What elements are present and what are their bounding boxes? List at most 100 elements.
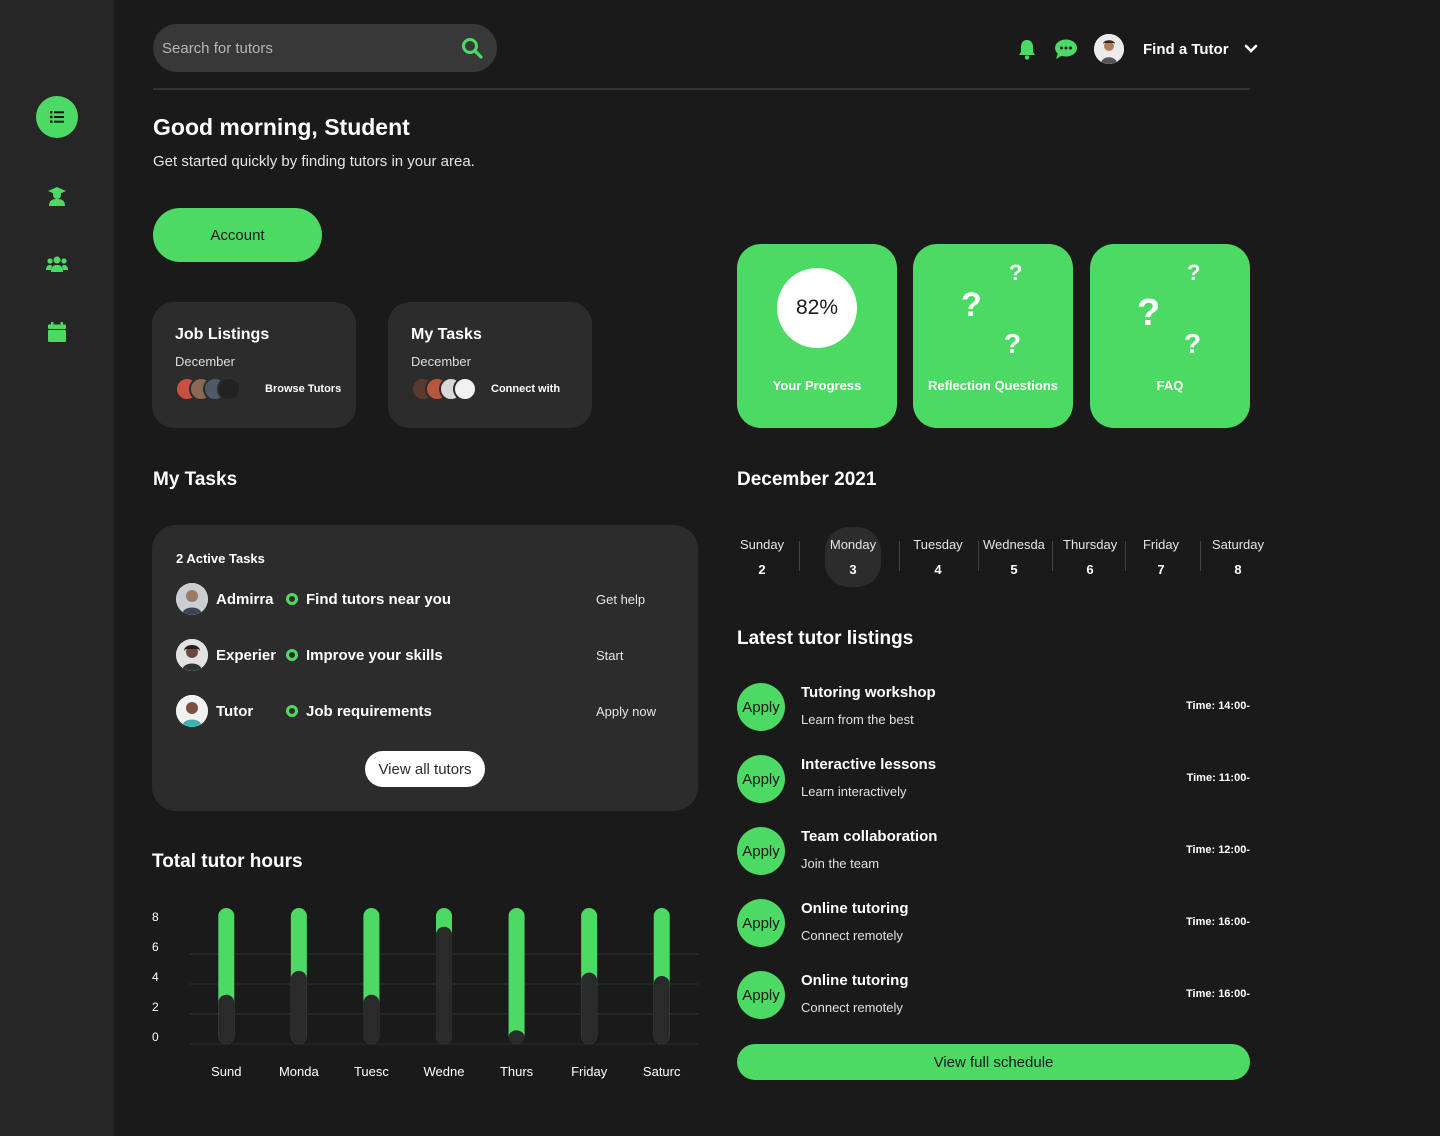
browse-tutors-link[interactable]: Browse Tutors (265, 383, 341, 395)
sidebar-item-tutors[interactable] (36, 175, 78, 217)
sidebar-item-groups[interactable] (36, 243, 78, 285)
active-tasks-count: 2 Active Tasks (176, 551, 265, 566)
card-subtitle: December (411, 354, 471, 369)
avatar-photo (1094, 34, 1124, 64)
faq-label: FAQ (1156, 378, 1184, 393)
listing-subtitle: Join the team (801, 856, 880, 871)
listing-item: Apply Online tutoring Connect remotely T… (737, 899, 1250, 949)
search-input[interactable] (162, 39, 461, 57)
day-name: Saturday (1211, 537, 1265, 552)
bar-track (508, 908, 525, 1044)
connect-with-link[interactable]: Connect with (491, 383, 560, 395)
day-wednesday[interactable]: Wednesday 5 (983, 527, 1045, 587)
y-tick-label: 2 (152, 1000, 159, 1014)
listing-title: Team collaboration (801, 828, 938, 845)
listing-subtitle: Connect remotely (801, 928, 903, 943)
avatar-group (175, 377, 241, 401)
bar (363, 994, 380, 1044)
day-tuesday[interactable]: Tuesday 4 (909, 527, 967, 587)
day-monday[interactable]: Monday 3 (825, 527, 881, 587)
task-assignee: Experienced (216, 646, 276, 664)
apply-now-link[interactable]: Apply now (596, 704, 656, 719)
listing-title: Interactive lessons (801, 756, 937, 773)
bar (290, 970, 307, 1044)
card-title: Job Listings (175, 326, 270, 343)
x-tick-label: Thurs (500, 1064, 534, 1079)
avatar (176, 639, 208, 671)
day-name: Friday (1142, 537, 1180, 552)
start-link[interactable]: Start (596, 648, 623, 663)
progress-tile[interactable]: 82% Your Progress (737, 244, 897, 428)
calendar-icon (48, 322, 66, 342)
user-menu-label[interactable]: Find a Tutor (1143, 41, 1229, 58)
apply-button[interactable]: Apply (737, 755, 785, 803)
listing-item: Apply Team collaboration Join the team T… (737, 827, 1250, 877)
sidebar-item-dashboard[interactable] (36, 96, 78, 138)
listing-item: Apply Tutoring workshop Learn from the b… (737, 683, 1250, 733)
day-friday[interactable]: Friday 7 (1136, 527, 1186, 587)
day-date: 5 (1010, 562, 1018, 577)
avatar-photo (176, 639, 208, 671)
chevron-down-icon[interactable] (1244, 44, 1258, 54)
progress-label: Your Progress (772, 378, 862, 393)
avatar (453, 377, 477, 401)
my-tasks-card[interactable]: My Tasks December Connect with (388, 302, 592, 428)
day-thursday[interactable]: Thursday 6 (1063, 527, 1117, 587)
reflection-label: Reflection Questions (927, 378, 1059, 393)
reflection-questions-tile[interactable]: ? ? ? Reflection Questions (913, 244, 1073, 428)
view-all-tutors-button[interactable]: View all tutors (365, 751, 485, 787)
listing-time: Time: 16:00- (1186, 988, 1250, 1000)
question-mark-icon: ? (1004, 328, 1022, 359)
x-tick-label: Friday (571, 1064, 608, 1079)
day-name: Thursday (1063, 537, 1117, 552)
user-avatar[interactable] (1094, 34, 1124, 64)
list-icon (50, 111, 64, 123)
day-date: 4 (934, 562, 942, 577)
get-help-link[interactable]: Get help (596, 592, 645, 607)
day-name: Sunday (739, 537, 785, 552)
calendar-title: December 2021 (737, 469, 877, 490)
page-title: Good morning, Student (153, 114, 410, 140)
chart-canvas: 0 2 4 6 8 Sund Monda Tuesc Wedne Thurs Friday Satur… (152, 908, 698, 1079)
search-icon[interactable] (461, 37, 483, 59)
task-assignee: Admirra (216, 590, 274, 608)
sidebar-item-calendar[interactable] (36, 311, 78, 353)
search-bar (153, 24, 497, 72)
faq-tile[interactable]: ? ? ? FAQ (1090, 244, 1250, 428)
users-icon (46, 256, 68, 272)
x-tick-label: Wedne (424, 1064, 465, 1079)
y-tick-label: 8 (152, 910, 159, 924)
listing-title: Online tutoring (801, 900, 909, 917)
x-tick-label: Tuesc (354, 1064, 389, 1079)
apply-button[interactable]: Apply (737, 683, 785, 731)
day-name: Wednesday (983, 537, 1045, 552)
day-sunday[interactable]: Sunday 2 (737, 527, 787, 587)
day-saturday[interactable]: Saturday 8 (1208, 527, 1268, 587)
view-full-schedule-button[interactable]: View full schedule (737, 1044, 1250, 1080)
apply-button[interactable]: Apply (737, 899, 785, 947)
status-dot-icon (286, 705, 298, 717)
task-assignee: Tutor (216, 702, 254, 720)
listings-heading: Latest tutor listings (737, 628, 914, 649)
tasks-panel: 2 Active Tasks Admirra Find tutors near … (152, 525, 698, 811)
day-name: Monday (829, 537, 877, 552)
bar (508, 1030, 525, 1044)
tasks-heading: My Tasks (153, 469, 238, 490)
apply-button[interactable]: Apply (737, 971, 785, 1019)
listing-time: Time: 14:00- (1186, 700, 1250, 712)
task-title: Find tutors near you (306, 590, 452, 608)
day-divider (1125, 541, 1126, 571)
page-subtitle: Get started quickly by finding tutors in… (153, 153, 475, 170)
chart-title: Total tutor hours (152, 851, 303, 872)
job-listings-card[interactable]: Job Listings December Browse Tutors (152, 302, 356, 428)
chat-icon[interactable] (1054, 38, 1078, 60)
day-date: 3 (849, 562, 857, 577)
task-title: Job requirements (306, 702, 432, 720)
bell-icon[interactable] (1016, 38, 1038, 60)
apply-button[interactable]: Apply (737, 827, 785, 875)
account-button[interactable]: Account (153, 208, 322, 262)
day-name: Tuesday (913, 537, 963, 552)
task-row: Tutor Job requirements Apply now (176, 695, 676, 727)
avatar-photo (176, 695, 208, 727)
avatar (217, 377, 241, 401)
